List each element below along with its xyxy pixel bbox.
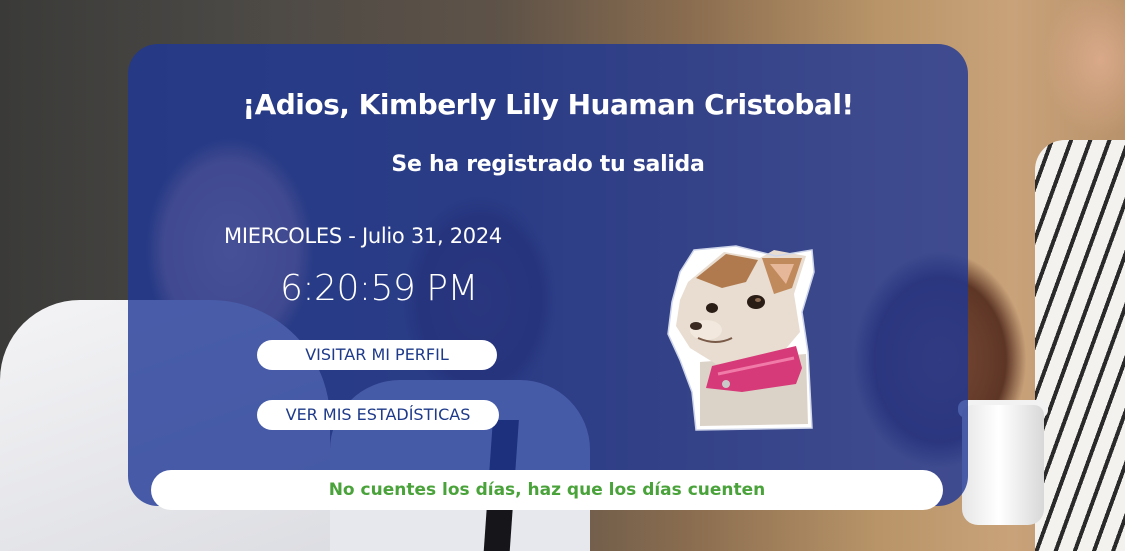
greeting-title: ¡Adios, Kimberly Lily Huaman Cristobal! [242, 88, 854, 121]
chihuahua-sticker-icon [666, 242, 816, 434]
clock-display: 6:20:59 PM [280, 268, 479, 309]
visit-profile-button[interactable]: VISITAR MI PERFIL [257, 340, 497, 370]
page: ¡Adios, Kimberly Lily Huaman Cristobal! … [0, 0, 1125, 551]
status-message: Se ha registrado tu salida [391, 152, 705, 177]
date-display: MIERCOLES - Julio 31, 2024 [224, 224, 502, 248]
checkout-card: ¡Adios, Kimberly Lily Huaman Cristobal! … [128, 44, 968, 506]
view-stats-button[interactable]: VER MIS ESTADÍSTICAS [257, 400, 499, 430]
motivational-quote-bar: No cuentes los días, haz que los días cu… [151, 470, 943, 510]
background-person-right [1035, 140, 1125, 551]
background-coffee-cup [962, 405, 1044, 525]
